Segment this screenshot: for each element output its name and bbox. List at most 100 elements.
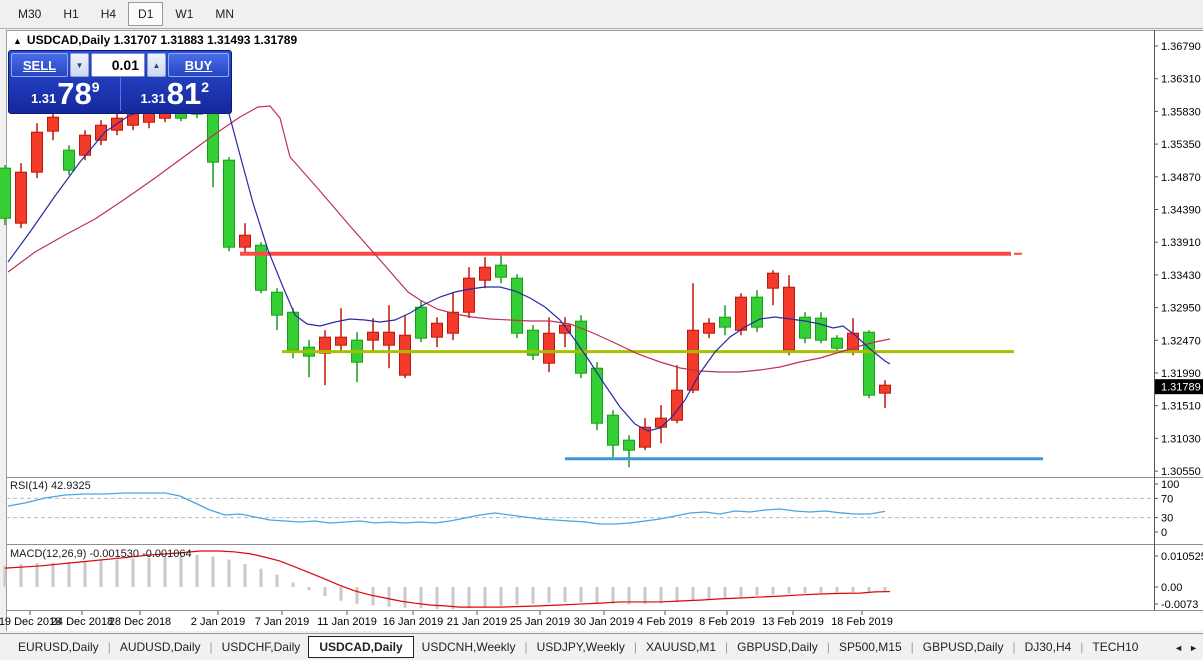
tab-usdchf-daily[interactable]: USDCHF,Daily [214, 637, 309, 657]
timeframe-button-d1[interactable]: D1 [128, 2, 163, 26]
candle-body [880, 385, 891, 393]
price-axis-label: 1.35350 [1161, 139, 1201, 151]
lot-increase-button[interactable]: ▲ [147, 53, 166, 77]
timeframe-button-w1[interactable]: W1 [165, 2, 203, 26]
candle-body [704, 323, 715, 333]
macd-histogram-bar [388, 587, 391, 607]
candle-body [384, 332, 395, 345]
tab-audusd-daily[interactable]: AUDUSD,Daily [112, 637, 209, 657]
rsi-axis-label: 0 [1161, 527, 1167, 539]
macd-histogram-bar [356, 587, 359, 604]
macd-histogram-bar [164, 557, 167, 587]
macd-histogram-bar [692, 587, 695, 601]
candle-body [688, 330, 699, 390]
buy-button[interactable]: BUY [168, 53, 229, 77]
current-price-label: 1.31789 [1161, 382, 1201, 394]
candle-body [608, 415, 619, 445]
macd-histogram-bar [132, 559, 135, 587]
macd-histogram-bar [740, 587, 743, 597]
rsi-axis-label: 30 [1161, 513, 1173, 525]
macd-histogram-bar [468, 587, 471, 608]
price-axis-label: 1.34390 [1161, 205, 1201, 217]
macd-histogram-bar [564, 587, 567, 602]
tab-separator: | [1080, 640, 1083, 654]
rsi-label: RSI(14) 42.9325 [10, 480, 91, 492]
candle-body [32, 132, 43, 172]
macd-histogram-bar [292, 582, 295, 587]
timeframe-button-mn[interactable]: MN [205, 2, 244, 26]
tab-usdjpy-weekly[interactable]: USDJPY,Weekly [529, 637, 633, 657]
timeframe-button-h1[interactable]: H1 [53, 2, 88, 26]
collapse-triangle-icon[interactable]: ▲ [13, 36, 22, 46]
macd-histogram-bar [148, 558, 151, 587]
macd-histogram-bar [260, 569, 263, 587]
tab-separator: | [725, 640, 728, 654]
tab-scroll-arrows: ◄ ► [1168, 634, 1198, 660]
date-axis-label: 7 Jan 2019 [255, 616, 309, 628]
macd-histogram-bar [244, 564, 247, 587]
candle-body [768, 273, 779, 288]
macd-histogram-bar [772, 587, 775, 595]
macd-histogram-bar [884, 587, 887, 592]
macd-histogram-bar [612, 587, 615, 604]
tab-scroll-right-icon[interactable]: ► [1189, 643, 1198, 653]
macd-histogram-bar [804, 587, 807, 593]
date-axis-label: 28 Dec 2018 [109, 616, 171, 628]
candle-body [0, 168, 11, 218]
candle-body [240, 235, 251, 247]
candle-body [832, 338, 843, 348]
date-axis-label: 13 Feb 2019 [762, 616, 824, 628]
candle-body [432, 323, 443, 337]
tab-gbpusd-daily[interactable]: GBPUSD,Daily [915, 637, 1012, 657]
price-axis-label: 1.31510 [1161, 401, 1201, 413]
date-axis-label: 24 Dec 2018 [51, 616, 113, 628]
macd-histogram-bar [836, 587, 839, 592]
candle-body [736, 297, 747, 330]
macd-histogram-bar [100, 560, 103, 587]
tab-usdcnh-weekly[interactable]: USDCNH,Weekly [414, 637, 524, 657]
candle-body [864, 332, 875, 395]
sell-button[interactable]: SELL [11, 53, 68, 77]
candle-body [496, 265, 507, 277]
tab-dj30-h4[interactable]: DJ30,H4 [1017, 637, 1080, 657]
candle-body [224, 160, 235, 247]
tab-xauusd-m1[interactable]: XAUUSD,M1 [638, 637, 724, 657]
bid-price-prefix: 1.31 [31, 91, 56, 106]
candle-body [480, 267, 491, 280]
tab-tech10[interactable]: TECH10 [1084, 637, 1146, 657]
timeframe-button-h4[interactable]: H4 [91, 2, 126, 26]
tab-separator: | [634, 640, 637, 654]
tab-sp500-m15[interactable]: SP500,M15 [831, 637, 910, 657]
candle-body [416, 307, 427, 338]
tab-gbpusd-daily[interactable]: GBPUSD,Daily [729, 637, 826, 657]
tab-separator: | [108, 640, 111, 654]
price-axis-label: 1.32950 [1161, 303, 1201, 315]
lot-size-input[interactable] [91, 53, 145, 77]
chart-background [6, 30, 1203, 631]
ask-price[interactable]: 1.31 81 2 [120, 77, 230, 111]
tab-scroll-left-icon[interactable]: ◄ [1174, 643, 1183, 653]
lot-decrease-button[interactable]: ▼ [70, 53, 89, 77]
chart-tab-bar: EURUSD,Daily|AUDUSD,Daily|USDCHF,DailyUS… [0, 633, 1203, 660]
date-axis-label: 21 Jan 2019 [447, 616, 508, 628]
tab-eurusd-daily[interactable]: EURUSD,Daily [10, 637, 107, 657]
bid-price-sup: 9 [92, 79, 100, 95]
price-axis-label: 1.33430 [1161, 270, 1201, 282]
macd-histogram-bar [484, 587, 487, 607]
symbol-quotes: 1.31707 1.31883 1.31493 1.31789 [114, 33, 298, 47]
macd-histogram-bar [68, 562, 71, 587]
price-axis-label: 1.31990 [1161, 368, 1201, 380]
tab-usdcad-daily[interactable]: USDCAD,Daily [308, 636, 413, 658]
bid-price[interactable]: 1.31 78 9 [11, 77, 120, 111]
price-axis-label: 1.30550 [1161, 466, 1201, 478]
macd-histogram-bar [340, 587, 343, 601]
price-axis-label: 1.33910 [1161, 237, 1201, 249]
macd-histogram-bar [596, 587, 599, 603]
timeframe-button-m30[interactable]: M30 [8, 2, 51, 26]
price-axis-label: 1.31030 [1161, 433, 1201, 445]
tab-separator: | [524, 640, 527, 654]
price-axis-label: 1.35830 [1161, 106, 1201, 118]
macd-axis-label: 0.00 [1161, 582, 1182, 594]
price-axis-label: 1.32470 [1161, 335, 1201, 347]
candle-body [624, 440, 635, 450]
